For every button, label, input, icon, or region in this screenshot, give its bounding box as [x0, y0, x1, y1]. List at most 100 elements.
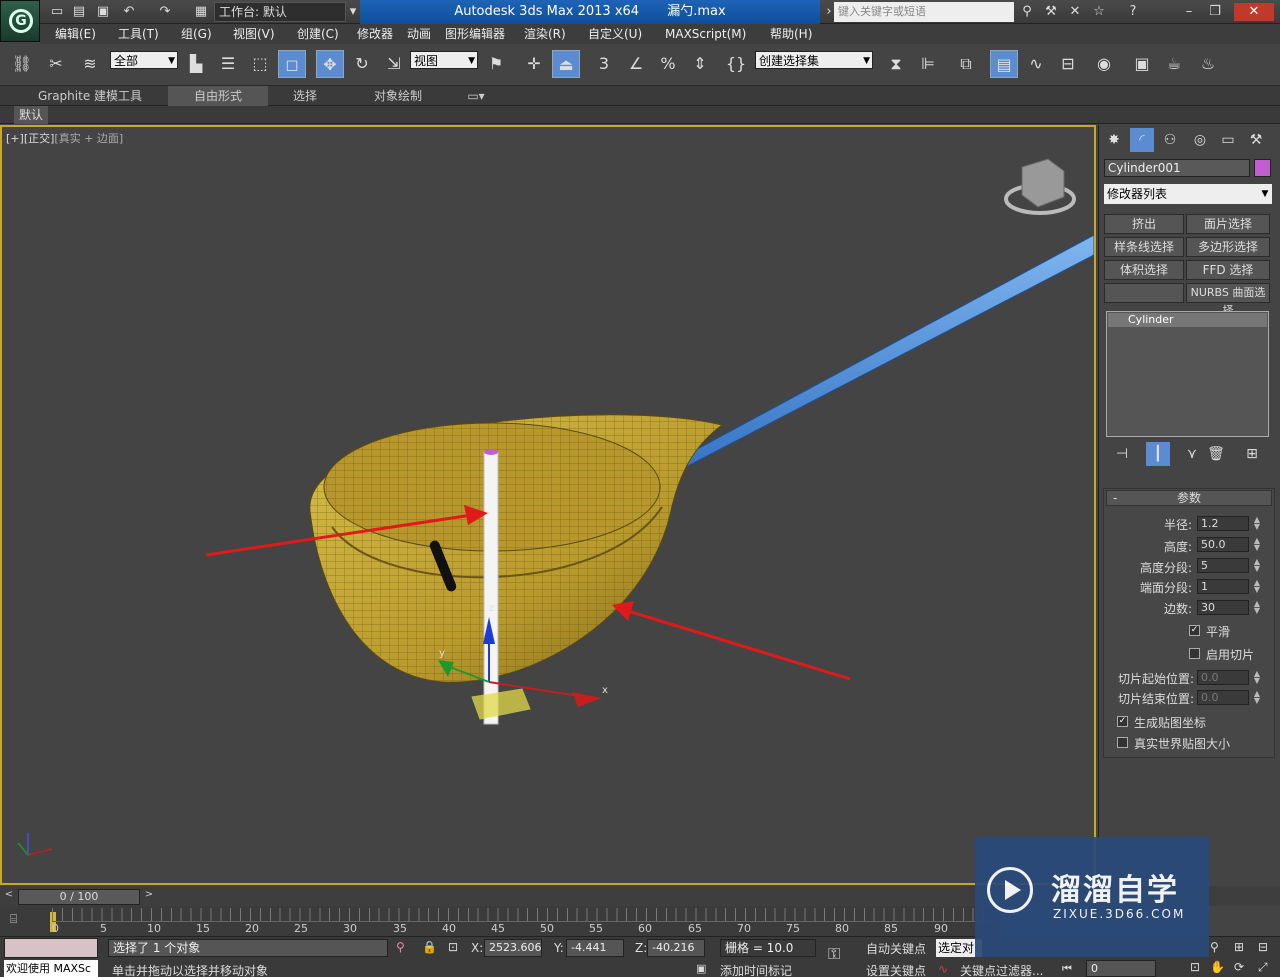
material-editor-icon[interactable]: ◉ — [1090, 50, 1118, 78]
zoom-extents-icon[interactable]: ⊞ — [1234, 940, 1244, 954]
tab-graphite-modeling[interactable]: Graphite 建模工具 — [28, 86, 152, 106]
schematic-view-icon[interactable]: ⊟ — [1054, 50, 1082, 78]
app-logo-button[interactable]: G — [0, 0, 40, 42]
menu-animation[interactable]: 动画 — [407, 24, 431, 44]
next-frame-icon[interactable]: > — [142, 889, 156, 905]
modifier-list-dropdown[interactable]: 修改器列表 — [1104, 184, 1272, 204]
workspace-dropdown[interactable]: 工作台: 默认 — [214, 2, 346, 22]
minimize-icon[interactable]: – — [1180, 3, 1198, 21]
slice-to-spinner[interactable]: 0.0 — [1197, 690, 1249, 705]
add-time-tag[interactable]: 添加时间标记 — [720, 962, 792, 977]
slice-to-arrows[interactable]: ▲ ▼ — [1252, 690, 1262, 705]
redo-icon[interactable]: ↷ — [156, 3, 174, 21]
align-icon[interactable]: ⊫ — [914, 50, 942, 78]
viewport-orthographic[interactable]: z x y — [0, 125, 1096, 885]
viewport-shading-mode[interactable]: [真实 + 边面] — [54, 132, 123, 145]
select-and-scale-icon[interactable]: ⇲ — [380, 50, 408, 78]
height-segments-spinner[interactable]: 5 — [1197, 558, 1249, 573]
menu-group[interactable]: 组(G) — [181, 24, 212, 44]
height-spinner-arrows[interactable]: ▲ ▼ — [1252, 537, 1262, 552]
scene-canvas[interactable]: z x y — [2, 127, 1094, 883]
key-filter-icon[interactable]: ∿ — [938, 962, 948, 976]
bind-space-warp-icon[interactable]: ≋ — [76, 50, 104, 78]
remove-modifier-icon[interactable]: 🗑 — [1204, 442, 1228, 466]
communication-icon[interactable]: ✕ — [1066, 3, 1084, 21]
select-and-move-icon[interactable]: ✥ — [316, 50, 344, 78]
tab-freeform[interactable]: 自由形式 — [168, 86, 268, 106]
graphite-toggle-icon[interactable]: ▤ — [990, 50, 1018, 78]
mini-curve-editor-icon[interactable]: ⌸ — [10, 912, 32, 932]
nurbs-surface-select-button[interactable]: NURBS 曲面选择 — [1186, 283, 1270, 317]
restore-icon[interactable]: ❐ — [1206, 3, 1224, 21]
x-coordinate-field[interactable]: 2523.606 — [484, 939, 542, 957]
viewport-menu-plus[interactable]: [+] — [6, 132, 24, 145]
ffd-select-button[interactable]: FFD 选择 — [1186, 260, 1270, 280]
new-file-icon[interactable]: ▭ — [48, 3, 66, 21]
search-input[interactable]: 键入关键字或短语 — [834, 2, 1014, 22]
empty-modifier-button[interactable] — [1104, 283, 1184, 303]
go-to-start-icon[interactable]: ⏮ — [1062, 962, 1072, 976]
menu-maxscript[interactable]: MAXScript(M) — [665, 24, 746, 44]
cap-segments-arrows[interactable]: ▲ ▼ — [1252, 579, 1262, 594]
rendered-frame-window-icon[interactable]: ☕ — [1160, 50, 1188, 78]
layer-manager-icon[interactable]: ⧉ — [952, 50, 980, 78]
help-icon[interactable]: ? — [1124, 3, 1142, 21]
slice-from-spinner[interactable]: 0.0 — [1197, 670, 1249, 685]
zoom-all-icon[interactable]: ⊟ — [1258, 940, 1268, 954]
gen-mapping-coords-checkbox[interactable]: ✓ — [1117, 716, 1128, 727]
unlink-icon[interactable]: ✂ — [42, 50, 70, 78]
binoculars-icon[interactable]: ⚲ — [1018, 3, 1036, 21]
menu-create[interactable]: 创建(C) — [297, 24, 339, 44]
tab-object-paint[interactable]: 对象绘制 — [358, 86, 438, 106]
modify-panel-icon[interactable]: ◜ — [1130, 128, 1154, 152]
z-coordinate-field[interactable]: -40.216 — [647, 939, 705, 957]
mirror-icon[interactable]: ⧗ — [882, 50, 910, 78]
curve-editor-icon[interactable]: ∿ — [1022, 50, 1050, 78]
edit-named-selection-icon[interactable]: {} — [722, 50, 750, 78]
named-selection-dropdown[interactable]: 创建选择集 — [755, 51, 873, 70]
window-crossing-icon[interactable]: ◻ — [278, 50, 306, 78]
snaps-toggle-icon[interactable]: 3 — [590, 50, 618, 78]
viewport-view-type[interactable]: [正交] — [24, 132, 55, 145]
motion-panel-icon[interactable]: ◎ — [1188, 128, 1212, 152]
configure-modifier-sets-icon[interactable]: ⊞ — [1240, 442, 1264, 466]
menu-views[interactable]: 视图(V) — [233, 24, 275, 44]
auto-key-button[interactable]: 自动关键点 — [866, 940, 926, 957]
open-folder-icon[interactable]: ▤ — [70, 3, 88, 21]
keyboard-shortcut-override-icon[interactable]: ⏏ — [552, 50, 580, 78]
menu-help[interactable]: 帮助(H) — [770, 24, 812, 44]
menu-graph-editors[interactable]: 图形编辑器 — [445, 24, 505, 44]
cap-segments-spinner[interactable]: 1 — [1197, 579, 1249, 594]
show-end-result-icon[interactable]: ┃ — [1146, 442, 1170, 466]
ribbon-options-icon[interactable]: ▭▾ — [462, 86, 490, 106]
time-tag-icon[interactable]: ▣ — [696, 962, 712, 976]
ribbon-default-label[interactable]: 默认 — [14, 106, 48, 124]
tab-selection[interactable]: 选择 — [280, 86, 330, 106]
project-folder-icon[interactable]: ▦ — [192, 3, 210, 21]
time-config-icon[interactable]: ⊡ — [1190, 960, 1200, 974]
extrude-button[interactable]: 挤出 — [1104, 214, 1184, 234]
maximize-viewport-icon[interactable]: ⤢ — [1258, 960, 1268, 975]
height-segments-arrows[interactable]: ▲ ▼ — [1252, 558, 1262, 573]
subscription-icon[interactable]: ⚒ — [1042, 3, 1060, 21]
ladle-handle[interactable] — [662, 234, 1094, 470]
utilities-panel-icon[interactable]: ⚒ — [1244, 128, 1268, 152]
pin-stack-icon[interactable]: ⊣ — [1110, 442, 1134, 466]
spinner-snap-icon[interactable]: ⇕ — [686, 50, 714, 78]
y-coordinate-field[interactable]: -4.441 — [566, 939, 624, 957]
sides-spinner[interactable]: 30 — [1197, 600, 1249, 615]
stack-item-cylinder[interactable]: Cylinder — [1108, 313, 1267, 327]
viewcube-icon[interactable] — [1021, 158, 1065, 208]
angle-snap-icon[interactable]: ∠ — [622, 50, 650, 78]
object-color-swatch[interactable] — [1254, 159, 1271, 177]
render-setup-icon[interactable]: ▣ — [1128, 50, 1156, 78]
zoom-icon[interactable]: ⚲ — [1210, 940, 1219, 954]
smooth-checkbox[interactable]: ✓ — [1189, 625, 1200, 636]
pivot-center-icon[interactable]: ⚑ — [482, 50, 510, 78]
make-unique-icon[interactable]: ⋎ — [1180, 442, 1204, 466]
rectangle-selection-icon[interactable]: ⬚ — [246, 50, 274, 78]
manipulate-icon[interactable]: ✛ — [520, 50, 548, 78]
pan-view-icon[interactable]: ✋ — [1210, 960, 1225, 974]
maxscript-mini-listener[interactable]: 欢迎使用 MAXSc — [4, 960, 98, 977]
menu-tools[interactable]: 工具(T) — [118, 24, 159, 44]
